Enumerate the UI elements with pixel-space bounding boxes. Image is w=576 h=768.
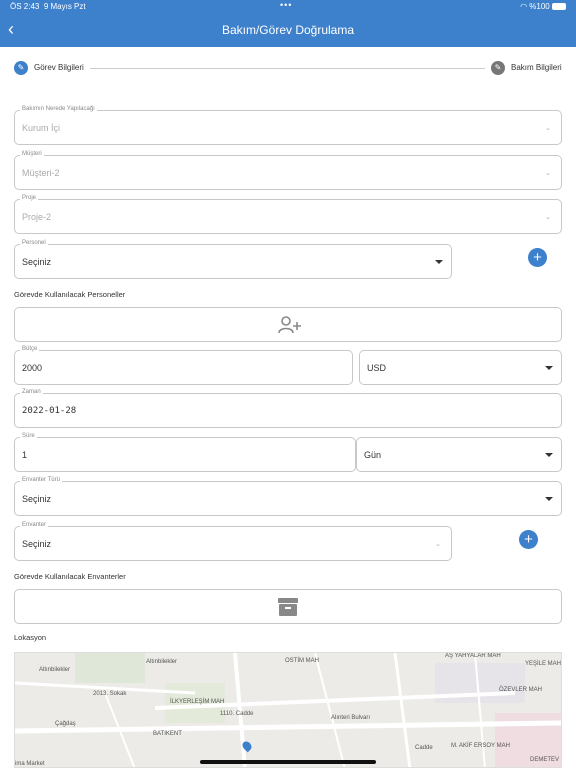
caret-down-icon (545, 365, 553, 370)
status-bar: ÖS 2:43 9 Mayıs Pzt ••• ◠ %100 (0, 0, 576, 14)
map-label: Alınteri Bulvarı (331, 715, 371, 721)
location-map[interactable]: Altınbilekler Altınbilekler OSTİM MAH AŞ… (14, 652, 562, 768)
location-type-select[interactable]: Bakımın Nerede Yapılacağı Kurum İçi ⌄ (14, 106, 562, 145)
location-section-title: Lokasyon (14, 633, 47, 642)
caret-down-icon (545, 452, 553, 457)
page-title: Bakım/Görev Doğrulama (221, 23, 355, 37)
inventory-type-select[interactable]: Envanter Türü Seçiniz (14, 477, 562, 516)
step-gorev-bilgileri[interactable]: Görev Bilgileri (34, 63, 84, 72)
map-label: Cadde (415, 745, 433, 751)
step-bakim-bilgileri[interactable]: Bakım Bilgileri (511, 63, 562, 72)
add-inventory-button[interactable]: + (519, 530, 538, 549)
status-battery: ◠ %100 (520, 2, 566, 11)
personnel-list-box[interactable] (14, 307, 562, 342)
map-label: Altınbilekler (146, 659, 178, 665)
map-label: Altınbilekler (39, 667, 71, 673)
map-label: DEMETEV (530, 757, 560, 763)
caret-down-icon (435, 259, 443, 264)
customer-select[interactable]: Müşteri Müşteri-2 ⌄ (14, 151, 562, 190)
field-label: Bütçe (20, 346, 40, 352)
map-label: YEŞİLE MAH (525, 661, 562, 667)
map-label: AŞ YAHYALAR MAH (445, 653, 501, 659)
status-time-date: ÖS 2:43 9 Mayıs Pzt (10, 2, 86, 11)
map-label: ÖZEVLER MAH (499, 687, 543, 693)
map-roads (15, 653, 561, 767)
field-value: 2022-01-28 (22, 405, 77, 416)
field-value: USD (367, 362, 387, 373)
map-label: 1110. Cadde (220, 711, 254, 717)
field-value: Seçiniz (22, 538, 52, 549)
map-label: 2013. Sokak (93, 691, 127, 697)
home-indicator (200, 760, 376, 764)
duration-input[interactable]: Süre 1 (14, 433, 356, 472)
inventory-section-title: Görevde Kullanılacak Envanterler (14, 572, 126, 581)
nav-bar: ‹ Bakım/Görev Doğrulama (0, 14, 576, 47)
field-label: Müşteri (20, 151, 44, 157)
map-label: M. AKİF ERSOY MAH (451, 743, 510, 749)
personnel-select[interactable]: Personel Seçiniz (14, 240, 452, 279)
date-input[interactable]: Zaman 2022-01-28 (14, 389, 562, 428)
battery-icon (552, 3, 566, 11)
field-label: Personel (20, 240, 48, 246)
field-value: 2000 (22, 362, 43, 373)
map-label: İLKYERLEŞİM MAH (170, 699, 225, 705)
personnel-section-title: Görevde Kullanılacak Personeller (14, 290, 126, 299)
stepper-divider (90, 68, 485, 69)
field-label: Envanter Türü (20, 477, 62, 483)
caret-down-icon (545, 496, 553, 501)
field-label: Zaman (20, 389, 43, 395)
inventory-list-box[interactable] (14, 589, 562, 624)
field-label: Bakımın Nerede Yapılacağı (20, 106, 97, 112)
map-label: BATIKENT (153, 731, 182, 737)
add-person-icon[interactable] (277, 316, 303, 337)
field-label: Envanter (20, 522, 49, 528)
field-value: Gün (364, 449, 382, 460)
stepper: ✎ Görev Bilgileri ✎ Bakım Bilgileri (0, 54, 576, 84)
field-value: Seçiniz (22, 493, 52, 504)
pencil-icon[interactable]: ✎ (14, 61, 28, 75)
chevron-down-icon: ⌄ (435, 540, 441, 548)
map-label: OSTİM MAH (285, 658, 319, 664)
budget-input[interactable]: Bütçe 2000 (14, 346, 353, 385)
wifi-icon: ◠ (520, 2, 528, 11)
pencil-icon[interactable]: ✎ (491, 61, 505, 75)
project-select[interactable]: Proje Proje-2 ⌄ (14, 195, 562, 234)
field-value: Müşteri-2 (22, 167, 60, 178)
status-dots: ••• (280, 0, 293, 10)
chevron-down-icon: ⌄ (545, 169, 551, 177)
field-value: Proje-2 (22, 211, 52, 222)
archive-icon[interactable] (277, 596, 299, 623)
inventory-select[interactable]: Envanter Seçiniz ⌄ (14, 522, 452, 561)
map-label: ima Market (15, 761, 45, 767)
field-value: 1 (22, 449, 28, 460)
currency-select[interactable]: USD (359, 350, 562, 385)
chevron-down-icon: ⌄ (545, 124, 551, 132)
field-value: Kurum İçi (22, 122, 61, 133)
add-personnel-button[interactable]: + (528, 248, 547, 267)
field-value: Seçiniz (22, 256, 52, 267)
field-label: Süre (20, 433, 37, 439)
chevron-down-icon: ⌄ (545, 213, 551, 221)
duration-unit-select[interactable]: Gün (356, 437, 562, 472)
field-label: Proje (20, 195, 39, 201)
map-label: Çağdaş (55, 721, 76, 727)
